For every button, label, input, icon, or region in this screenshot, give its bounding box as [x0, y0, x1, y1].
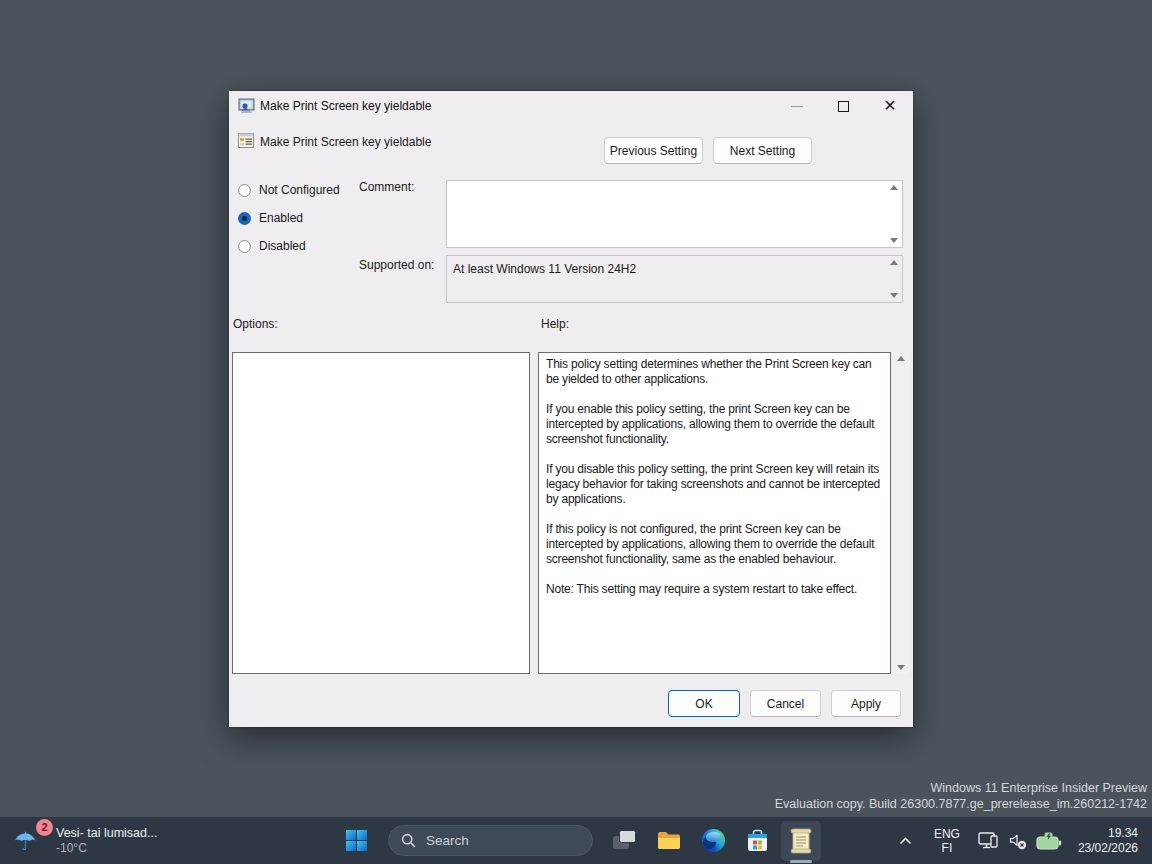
scroll-down-icon[interactable]: [890, 293, 898, 298]
dialog-titlebar: Make Print Screen key yieldable ✕: [229, 91, 913, 121]
search-placeholder: Search: [426, 833, 469, 848]
watermark-line1: Windows 11 Enterprise Insider Preview: [775, 781, 1147, 797]
group-policy-icon: [238, 98, 255, 114]
apply-button[interactable]: Apply: [831, 690, 901, 717]
weather-temperature: -10°C: [56, 841, 157, 855]
maximize-button[interactable]: [831, 95, 855, 117]
supported-scrollbar[interactable]: [886, 257, 901, 301]
search-icon: [401, 833, 416, 848]
radio-circle[interactable]: [238, 184, 251, 197]
comment-label: Comment:: [359, 180, 414, 194]
dialog-title: Make Print Screen key yieldable: [260, 99, 431, 113]
weather-widget[interactable]: ☂ 2 Vesi- tai lumisad... -10°C: [12, 817, 157, 864]
radio-circle-selected[interactable]: [238, 212, 251, 225]
microsoft-store-icon: [746, 829, 769, 853]
help-paragraph: If this policy is not configured, the pr…: [546, 522, 886, 567]
scroll-up-icon[interactable]: [897, 356, 905, 361]
previous-setting-button[interactable]: Previous Setting: [604, 137, 703, 164]
start-button[interactable]: [336, 821, 376, 861]
weather-headline: Vesi- tai lumisad...: [56, 826, 157, 840]
options-panel: [232, 352, 530, 674]
scroll-up-icon[interactable]: [890, 185, 898, 190]
help-label: Help:: [541, 317, 569, 331]
scroll-down-icon[interactable]: [890, 238, 898, 243]
scroll-down-icon[interactable]: [897, 665, 905, 670]
file-explorer-button[interactable]: [649, 821, 689, 861]
scroll-icon: [790, 828, 812, 854]
battery-charging-icon[interactable]: [1036, 831, 1062, 850]
task-view-button[interactable]: [605, 821, 645, 861]
help-paragraph: If you disable this policy setting, the …: [546, 462, 886, 507]
policy-setting-dialog: Make Print Screen key yieldable ✕ Make P…: [229, 91, 913, 727]
windows-logo-icon: [346, 830, 367, 851]
minimize-button[interactable]: [785, 95, 809, 117]
comment-textarea[interactable]: [446, 180, 903, 248]
taskbar: ☂ 2 Vesi- tai lumisad... -10°C Search: [0, 817, 1152, 864]
task-view-icon: [605, 821, 645, 861]
supported-on-label: Supported on:: [359, 258, 434, 272]
help-panel: This policy setting determines whether t…: [538, 352, 891, 674]
comment-scrollbar[interactable]: [886, 182, 901, 246]
radio-not-configured[interactable]: Not Configured: [238, 183, 340, 197]
next-setting-button[interactable]: Next Setting: [713, 137, 812, 164]
help-paragraph: Note: This setting may require a system …: [546, 582, 886, 597]
tray-date: 23/02/2026: [1078, 841, 1138, 856]
radio-circle[interactable]: [238, 240, 251, 253]
language-indicator[interactable]: ENG FI: [934, 827, 960, 855]
cancel-button[interactable]: Cancel: [750, 690, 821, 717]
desktop-watermark: Windows 11 Enterprise Insider Preview Ev…: [775, 781, 1147, 812]
help-paragraph: This policy setting determines whether t…: [546, 357, 886, 387]
file-explorer-icon: [657, 831, 681, 851]
edge-button[interactable]: [693, 821, 733, 861]
watermark-line2: Evaluation copy. Build 26300.7877.ge_pre…: [775, 797, 1147, 813]
supported-on-box: At least Windows 11 Version 24H2: [446, 255, 903, 303]
options-label: Options:: [233, 317, 278, 331]
search-box[interactable]: Search: [388, 825, 593, 856]
umbrella-icon: ☂: [14, 829, 36, 854]
group-policy-editor-button[interactable]: [781, 821, 821, 861]
radio-enabled[interactable]: Enabled: [238, 211, 303, 225]
cast-display-icon[interactable]: [978, 831, 1000, 851]
ok-button[interactable]: OK: [668, 690, 740, 717]
scroll-up-icon[interactable]: [890, 260, 898, 265]
setting-name: Make Print Screen key yieldable: [260, 135, 431, 149]
edge-icon: [702, 829, 725, 852]
notification-badge: 2: [36, 819, 53, 836]
microsoft-store-button[interactable]: [737, 821, 777, 861]
volume-muted-icon[interactable]: [1008, 832, 1028, 850]
clock[interactable]: 19.34 23/02/2026: [1078, 826, 1138, 856]
help-scrollbar[interactable]: [893, 352, 909, 674]
supported-on-value: At least Windows 11 Version 24H2: [453, 262, 636, 276]
policy-setting-icon: [238, 132, 255, 149]
tray-time: 19.34: [1078, 826, 1138, 841]
help-paragraph: If you enable this policy setting, the p…: [546, 402, 886, 447]
radio-disabled[interactable]: Disabled: [238, 239, 306, 253]
close-button[interactable]: ✕: [878, 95, 902, 117]
tray-overflow-chevron-icon[interactable]: [899, 837, 912, 845]
